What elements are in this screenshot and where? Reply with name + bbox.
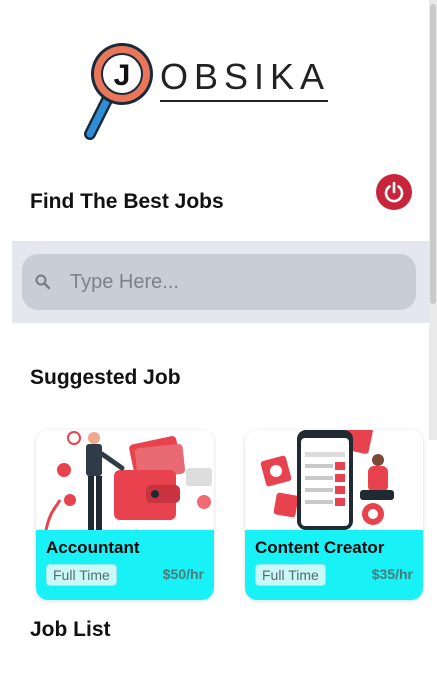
job-card-accountant[interactable]: Accountant Full Time $50/hr <box>36 430 214 600</box>
logout-button[interactable] <box>376 174 412 210</box>
search-input[interactable] <box>68 269 372 295</box>
job-rate: $35/hr <box>371 566 413 582</box>
logo-underline <box>160 100 328 102</box>
search-box[interactable] <box>22 254 416 310</box>
job-list-heading: Job List <box>30 618 111 641</box>
suggested-job-heading: Suggested Job <box>30 366 181 389</box>
search-icon <box>35 274 51 290</box>
page-title: Find The Best Jobs <box>30 190 224 213</box>
logo-text: OBSIKA <box>160 56 331 97</box>
accountant-illustration <box>36 430 214 531</box>
job-rate: $50/hr <box>162 566 204 582</box>
scrollbar[interactable] <box>429 0 437 440</box>
card-footer: Accountant Full Time $50/hr <box>36 530 214 600</box>
magnifier-logo-icon: J <box>84 43 153 140</box>
content-creator-illustration <box>245 430 423 530</box>
job-card-content-creator[interactable]: Content Creator Full Time $35/hr <box>245 430 423 600</box>
job-title: Content Creator <box>255 538 385 557</box>
power-icon <box>384 181 404 203</box>
job-type-badge: Full Time <box>46 564 117 586</box>
app-logo: J OBSIKA <box>82 40 342 142</box>
scrollbar-thumb[interactable] <box>430 4 436 304</box>
job-title: Accountant <box>46 538 140 557</box>
logo-letter: J <box>114 59 131 92</box>
card-footer: Content Creator Full Time $35/hr <box>245 530 423 600</box>
job-type-badge: Full Time <box>255 564 326 586</box>
